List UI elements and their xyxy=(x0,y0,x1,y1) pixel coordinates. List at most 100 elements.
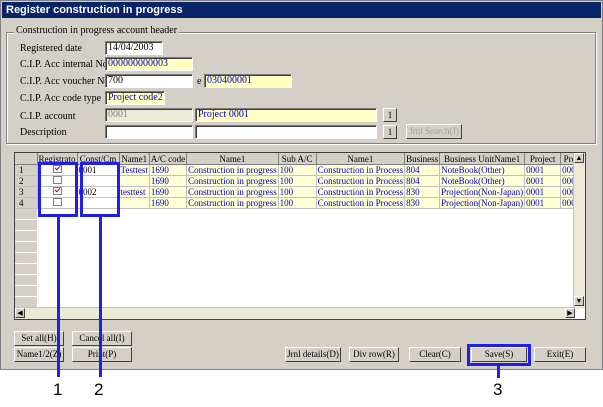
registered-date-field[interactable]: 14/04/2003 xyxy=(105,41,163,55)
cell-acname[interactable]: Construction in progress xyxy=(186,164,279,176)
cell-sub[interactable]: 100 xyxy=(278,175,317,187)
column-header[interactable]: Business xyxy=(404,153,441,165)
cell-proj[interactable]: 0001 xyxy=(524,186,562,198)
cell-buname[interactable]: NoteBook(Other) xyxy=(439,175,526,187)
empty-cell xyxy=(524,219,562,231)
empty-cell xyxy=(404,230,441,242)
cell-name1[interactable]: Testtest xyxy=(119,164,150,176)
cell-proj[interactable]: 0001 xyxy=(524,175,562,187)
cell-ac[interactable]: 1690 xyxy=(149,186,188,198)
empty-cell xyxy=(439,252,526,264)
empty-cell xyxy=(15,296,38,308)
column-header[interactable]: Name1 xyxy=(119,153,150,165)
cell-proj[interactable]: 0001 xyxy=(524,197,562,209)
row-number: 4 xyxy=(15,197,38,209)
cell-name1[interactable] xyxy=(119,175,150,187)
clear-button[interactable]: Clear(C) xyxy=(409,347,461,362)
cell-name1[interactable]: testtest xyxy=(119,186,150,198)
empty-cell xyxy=(404,241,441,253)
empty-cell xyxy=(404,252,441,264)
cell-bu[interactable]: 804 xyxy=(404,175,441,187)
cell-acname[interactable]: Construction in progress xyxy=(186,197,279,209)
empty-cell xyxy=(186,219,279,231)
voucher-full-field[interactable]: 030400001 xyxy=(204,74,292,88)
div-row-button[interactable]: Div row(R) xyxy=(349,347,399,362)
cell-subname[interactable]: Construction in Process xyxy=(316,164,406,176)
cell-buname[interactable]: NoteBook(Other) xyxy=(439,164,526,176)
cell-buname[interactable]: Projection(Non-Japan) xyxy=(439,186,526,198)
highlight-box-1 xyxy=(38,162,78,217)
column-header[interactable]: Business UnitName1 xyxy=(439,153,526,165)
internal-no-field[interactable]: 000000000003 xyxy=(105,57,193,71)
account-code-field[interactable]: 0001 xyxy=(105,108,193,122)
column-header[interactable]: Name1 xyxy=(186,153,279,165)
empty-cell xyxy=(186,241,279,253)
empty-cell xyxy=(186,263,279,275)
cell-ac[interactable]: 1690 xyxy=(149,197,188,209)
column-header[interactable]: Project xyxy=(524,153,562,165)
empty-cell xyxy=(316,241,406,253)
cell-subname[interactable]: Construction in Process xyxy=(316,186,406,198)
empty-cell xyxy=(278,274,317,286)
row-number: 1 xyxy=(15,164,38,176)
cell-sub[interactable]: 100 xyxy=(278,197,317,209)
empty-cell xyxy=(149,274,188,286)
cell-ac[interactable]: 1690 xyxy=(149,164,188,176)
code-type-field[interactable]: Project code2 xyxy=(105,91,165,105)
cancel-all-button[interactable]: Cancel all(I) xyxy=(72,331,132,346)
account-name-field[interactable]: Project 0001 xyxy=(195,108,377,122)
description-lookup-button[interactable]: 1 xyxy=(383,125,397,139)
empty-cell xyxy=(316,274,406,286)
empty-cell xyxy=(149,296,188,308)
scroll-up-icon[interactable]: ▲ xyxy=(574,153,584,163)
scroll-left-icon[interactable]: ◀ xyxy=(15,308,25,318)
description-field-1[interactable] xyxy=(105,125,193,139)
empty-cell xyxy=(524,208,562,220)
voucher-no-field[interactable]: 700 xyxy=(105,74,193,88)
cell-subname[interactable]: Construction in Process xyxy=(316,175,406,187)
empty-cell xyxy=(149,252,188,264)
empty-cell xyxy=(316,219,406,231)
account-label: C.I.P. account xyxy=(20,111,76,122)
cell-buname[interactable]: Projection(Non-Japan) xyxy=(439,197,526,209)
print-button[interactable]: Print(P) xyxy=(72,347,132,362)
account-lookup-button[interactable]: 1 xyxy=(383,108,397,122)
code-type-label: C.I.P. Acc code type xyxy=(20,93,102,104)
cell-sub[interactable]: 100 xyxy=(278,164,317,176)
empty-cell xyxy=(119,241,150,253)
column-header[interactable] xyxy=(15,153,38,165)
empty-cell xyxy=(278,219,317,231)
description-label: Description xyxy=(20,127,67,138)
empty-cell xyxy=(439,208,526,220)
jrnl-details-button[interactable]: Jrnl details(D) xyxy=(285,347,341,362)
empty-cell xyxy=(119,274,150,286)
empty-cell xyxy=(119,296,150,308)
description-field-2[interactable] xyxy=(195,125,377,139)
vertical-scrollbar[interactable]: ▲ ▼ xyxy=(573,153,585,309)
empty-cell xyxy=(186,274,279,286)
empty-cell xyxy=(119,208,150,220)
column-header[interactable]: Name1 xyxy=(316,153,406,165)
cell-sub[interactable]: 100 xyxy=(278,186,317,198)
scroll-right-icon[interactable]: ▶ xyxy=(565,308,575,318)
empty-cell xyxy=(149,208,188,220)
cell-bu[interactable]: 830 xyxy=(404,197,441,209)
column-header[interactable]: A/C code xyxy=(149,153,188,165)
cell-proj[interactable]: 0001 xyxy=(524,164,562,176)
column-header[interactable]: Sub A/C xyxy=(278,153,317,165)
callout-line-3 xyxy=(497,366,500,378)
cell-bu[interactable]: 830 xyxy=(404,186,441,198)
cell-name1[interactable] xyxy=(119,197,150,209)
empty-cell xyxy=(77,285,120,297)
empty-cell xyxy=(316,230,406,242)
cell-subname[interactable]: Construction in Process xyxy=(316,197,406,209)
scroll-down-icon[interactable]: ▼ xyxy=(574,296,584,306)
exit-button[interactable]: Exit(E) xyxy=(534,347,586,362)
cell-ac[interactable]: 1690 xyxy=(149,175,188,187)
empty-cell xyxy=(15,241,38,253)
empty-cell xyxy=(149,241,188,253)
journal-search-button[interactable]: Jrnl Search(J) xyxy=(406,124,462,139)
cell-bu[interactable]: 804 xyxy=(404,164,441,176)
cell-acname[interactable]: Construction in progress xyxy=(186,186,279,198)
cell-acname[interactable]: Construction in progress xyxy=(186,175,279,187)
